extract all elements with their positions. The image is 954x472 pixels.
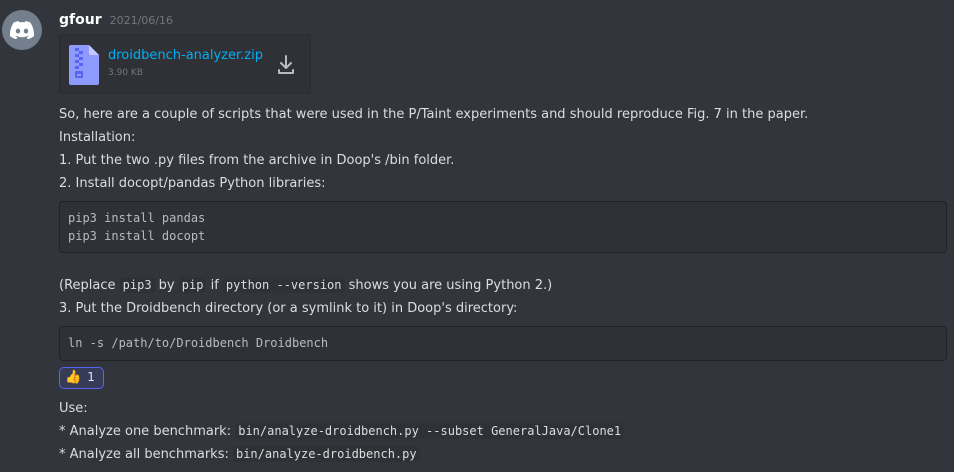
use-all-prefix: * Analyze all benchmarks: xyxy=(59,447,233,462)
installation-heading: Installation: xyxy=(59,130,136,145)
avatar[interactable] xyxy=(2,10,42,50)
python-note: (Replace pip3 by pip if python --version… xyxy=(59,274,949,297)
message-content: So, here are a couple of scripts that we… xyxy=(59,103,949,466)
code-block-symlink[interactable]: ln -s /path/to/Droidbench Droidbench xyxy=(59,326,947,361)
use-one-prefix: * Analyze one benchmark: xyxy=(59,424,236,439)
file-attachment: droidbench-analyzer.zip 3.90 KB xyxy=(59,34,311,94)
discord-logo-icon xyxy=(10,21,34,39)
note-suffix: shows you are using Python 2.) xyxy=(344,278,553,293)
inline-code-python-version: python --version xyxy=(222,277,345,293)
inline-code-pip: pip xyxy=(178,277,207,293)
note-prefix: (Replace xyxy=(59,278,120,293)
thumbs-up-icon: 👍 xyxy=(65,370,82,385)
reaction-count: 1 xyxy=(87,370,95,384)
download-icon[interactable] xyxy=(276,53,296,77)
message: gfour 2021/06/16 droidbench-analyzer.zip… xyxy=(0,0,954,472)
use-one-benchmark: * Analyze one benchmark: bin/analyze-dro… xyxy=(59,420,949,443)
use-all-benchmarks: * Analyze all benchmarks: bin/analyze-dr… xyxy=(59,443,949,466)
attachment-filename-link[interactable]: droidbench-analyzer.zip xyxy=(108,48,263,63)
intro-text: So, here are a couple of scripts that we… xyxy=(59,107,809,122)
username[interactable]: gfour xyxy=(59,12,102,28)
note-mid-2: if xyxy=(206,278,223,293)
use-heading: Use: xyxy=(59,401,88,416)
message-header: gfour 2021/06/16 xyxy=(59,12,173,28)
reaction-thumbs-up[interactable]: 👍 1 xyxy=(59,366,104,389)
zip-file-icon xyxy=(69,45,99,89)
step-1-text: 1. Put the two .py files from the archiv… xyxy=(59,153,455,168)
step-3-text: 3. Put the Droidbench directory (or a sy… xyxy=(59,301,518,316)
step-2-text: 2. Install docopt/pandas Python librarie… xyxy=(59,176,326,191)
inline-code-analyze-one: bin/analyze-droidbench.py --subset Gener… xyxy=(235,423,625,439)
code-block-install[interactable]: pip3 install pandas pip3 install docopt xyxy=(59,201,947,253)
note-mid-1: by xyxy=(154,278,179,293)
inline-code-pip3: pip3 xyxy=(119,277,155,293)
attachment-filesize: 3.90 KB xyxy=(108,68,143,78)
inline-code-analyze-all: bin/analyze-droidbench.py xyxy=(232,446,420,462)
timestamp: 2021/06/16 xyxy=(109,14,174,27)
